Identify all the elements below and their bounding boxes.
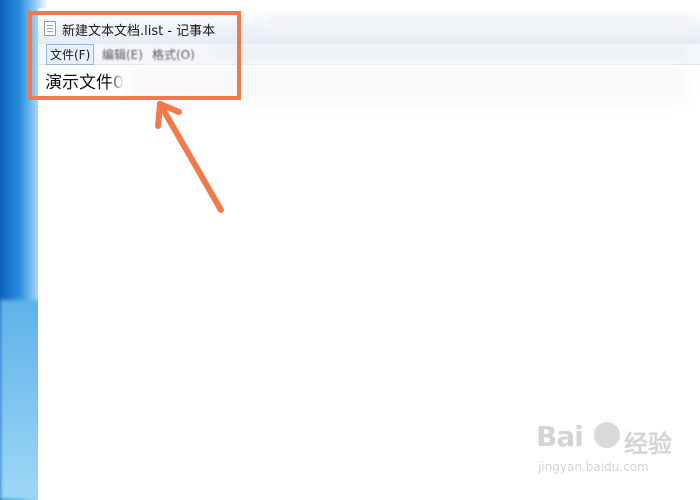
baidu-jingyan-watermark: Bai 经验 jingyan.baidu.com	[530, 418, 690, 488]
watermark-brand-cn: 经验	[624, 430, 672, 458]
watermark-brand: Bai	[536, 420, 584, 453]
watermark-url: jingyan.baidu.com	[538, 460, 649, 474]
annotation-arrow-head-left	[155, 101, 163, 129]
paw-icon	[594, 422, 620, 448]
annotation-arrow-shaft	[157, 101, 224, 213]
